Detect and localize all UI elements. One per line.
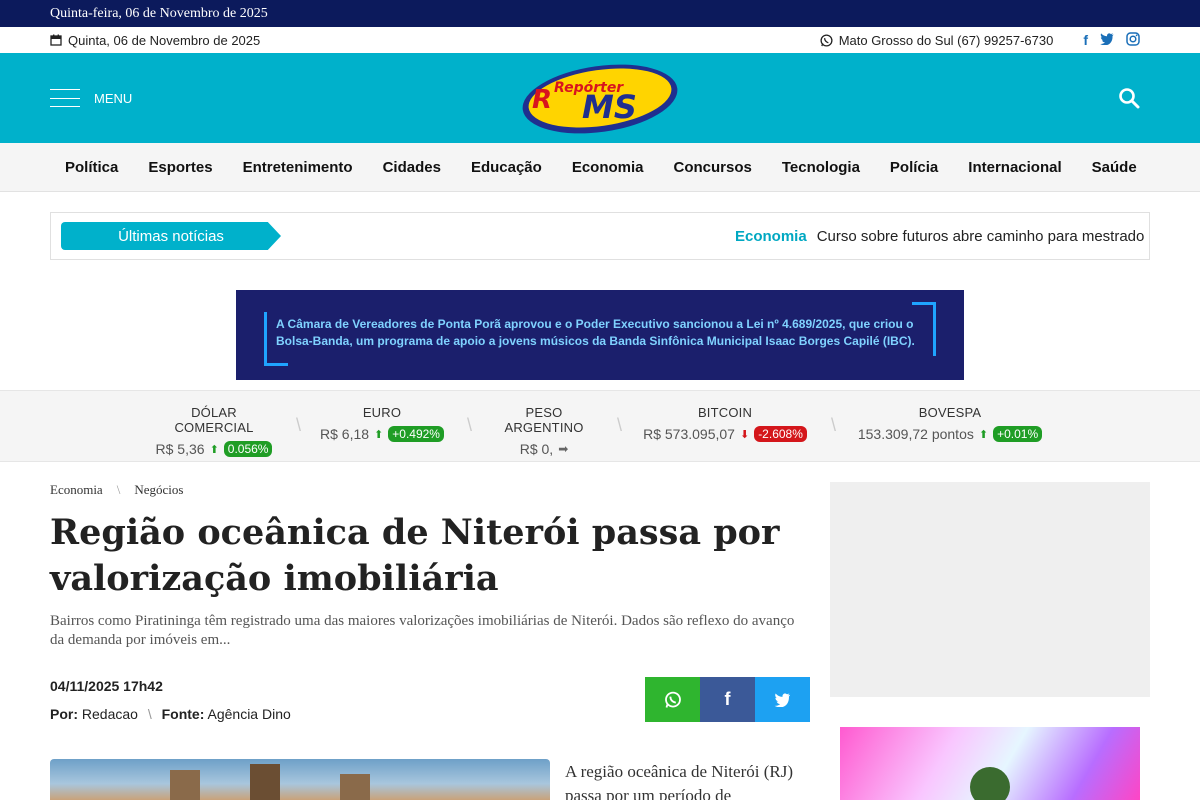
logo-r: R	[532, 85, 552, 115]
arrow-down-icon: ⬇	[739, 428, 750, 441]
sidebar-ad-placeholder[interactable]	[830, 482, 1150, 697]
twitter-icon[interactable]	[1100, 32, 1114, 49]
nav-internacional[interactable]: Internacional	[953, 159, 1076, 176]
menu-button[interactable]: MENU	[50, 89, 132, 107]
banner-text: A Câmara de Vereadores de Ponta Porã apr…	[276, 317, 915, 348]
currency-value: R$ 6,18	[320, 426, 370, 442]
hamburger-icon	[50, 89, 80, 107]
article-date: 04/11/2025 17h42	[50, 678, 163, 694]
ad-banner[interactable]: A Câmara de Vereadores de Ponta Porã apr…	[236, 290, 964, 380]
info-contact: Mato Grosso do Sul (67) 99257-6730 f	[820, 32, 1140, 49]
currency-name: BITCOIN	[697, 405, 753, 420]
arrow-right-icon: ➡	[558, 442, 569, 456]
breadcrumb-negocios[interactable]: Negócios	[134, 482, 183, 498]
article-author: Redacao	[81, 706, 138, 722]
currency-euro: EURO R$ 6,18 ⬆ +0.492%	[316, 405, 448, 442]
nav-politica[interactable]: Política	[50, 159, 133, 176]
search-icon[interactable]	[1118, 87, 1140, 109]
currency-change: -2.608%	[754, 426, 807, 442]
breadcrumb-separator: \	[116, 482, 121, 497]
article-title: Região oceânica de Niterói passa por val…	[50, 512, 780, 599]
menu-label: MENU	[94, 90, 133, 106]
site-header: MENU R Repórter MS	[0, 53, 1200, 143]
share-twitter-button[interactable]	[755, 677, 810, 722]
currency-peso: PESO ARGENTINO R$ 0, ➡	[488, 405, 600, 457]
arrow-up-icon: ⬆	[374, 428, 384, 441]
currency-change: +0.492%	[388, 426, 444, 442]
logo-ms: MS	[582, 88, 637, 126]
byline-separator: \	[147, 706, 152, 722]
breadcrumb: Economia \ Negócios	[50, 482, 810, 498]
instagram-icon[interactable]	[1126, 31, 1140, 49]
currency-bitcoin: BITCOIN R$ 573.095,07 ⬇ -2.608%	[638, 405, 812, 442]
ticker-headline[interactable]: Curso sobre futuros abre caminho para me…	[817, 228, 1149, 245]
article-body: A região oceânica de Niterói (RJ) passa …	[565, 762, 793, 800]
whatsapp-icon	[820, 33, 833, 47]
currency-name: DÓLAR COMERCIAL	[174, 405, 254, 435]
currency-change: 0.056%	[223, 441, 273, 457]
article-source: Agência Dino	[207, 706, 291, 722]
nav-economia[interactable]: Economia	[557, 159, 659, 176]
divider: \	[831, 415, 837, 435]
divider: \	[467, 415, 473, 435]
nav-policia[interactable]: Polícia	[875, 159, 953, 176]
social-links: f	[1083, 32, 1140, 49]
reporter-ms-logo[interactable]: R Repórter MS	[520, 62, 680, 134]
nav-concursos[interactable]: Concursos	[659, 159, 767, 176]
currency-dolar: DÓLAR COMERCIAL R$ 5,36 ⬆ 0.056%	[150, 405, 278, 457]
arrow-up-icon: ⬆	[209, 443, 219, 456]
info-bar: Quinta, 06 de Novembro de 2025 Mato Gros…	[0, 27, 1200, 53]
facebook-icon[interactable]: f	[1083, 32, 1088, 49]
share-whatsapp-button[interactable]	[645, 677, 700, 722]
breadcrumb-economia[interactable]: Economia	[50, 482, 103, 498]
article-byline: Por: Redacao \ Fonte: Agência Dino	[50, 706, 291, 722]
ticker-label: Últimas notícias	[61, 222, 281, 250]
nav-saude[interactable]: Saúde	[1077, 159, 1152, 176]
info-date: Quinta, 06 de Novembro de 2025	[50, 33, 260, 48]
article-meta: 04/11/2025 17h42 Por: Redacao \ Fonte: A…	[50, 678, 291, 722]
nav-esportes[interactable]: Esportes	[133, 159, 227, 176]
by-label: Por:	[50, 706, 78, 722]
ticker-item[interactable]: Economia Curso sobre futuros abre caminh…	[735, 213, 1149, 259]
nav-cidades[interactable]: Cidades	[368, 159, 456, 176]
currency-value: R$ 5,36	[155, 441, 205, 457]
info-date-text: Quinta, 06 de Novembro de 2025	[68, 32, 261, 48]
currency-value: R$ 0,	[519, 441, 554, 457]
source-label: Fonte:	[161, 706, 205, 722]
news-ticker: Últimas notícias Economia Curso sobre fu…	[50, 212, 1150, 260]
divider: \	[296, 415, 302, 435]
nav-educacao[interactable]: Educação	[456, 159, 557, 176]
calendar-icon	[50, 34, 62, 46]
currency-bar: DÓLAR COMERCIAL R$ 5,36 ⬆ 0.056% \ EURO …	[0, 390, 1200, 462]
whatsapp-icon	[664, 691, 681, 708]
divider: \	[617, 415, 623, 435]
currency-name: EURO	[362, 405, 402, 420]
nav-tecnologia[interactable]: Tecnologia	[767, 159, 875, 176]
article-image	[50, 759, 550, 800]
facebook-icon: f	[724, 689, 731, 709]
sidebar-image[interactable]	[840, 727, 1140, 800]
article: Economia \ Negócios Região oceânica de N…	[50, 482, 810, 722]
contact-text[interactable]: Mato Grosso do Sul (67) 99257-6730	[839, 33, 1054, 48]
currency-change: +0.01%	[993, 426, 1043, 442]
twitter-icon	[774, 692, 791, 707]
share-facebook-button[interactable]: f	[700, 677, 755, 722]
arrow-up-icon: ⬆	[978, 428, 989, 441]
currency-name: PESO ARGENTINO	[504, 405, 584, 435]
top-date: Quinta-feira, 06 de Novembro de 2025	[50, 6, 268, 21]
main-nav: Política Esportes Entretenimento Cidades…	[0, 143, 1200, 192]
currency-name: BOVESPA	[918, 405, 982, 420]
currency-value: 153.309,72 pontos	[857, 426, 974, 442]
currency-bovespa: BOVESPA 153.309,72 pontos ⬆ +0.01%	[852, 405, 1048, 442]
share-buttons: f	[645, 677, 810, 722]
currency-value: R$ 573.095,07	[643, 426, 735, 442]
article-lead: Bairros como Piratininga têm registrado …	[50, 613, 795, 648]
nav-entretenimento[interactable]: Entretenimento	[228, 159, 368, 176]
top-date-strip: Quinta-feira, 06 de Novembro de 2025	[0, 0, 1200, 27]
ticker-category[interactable]: Economia	[735, 228, 807, 245]
